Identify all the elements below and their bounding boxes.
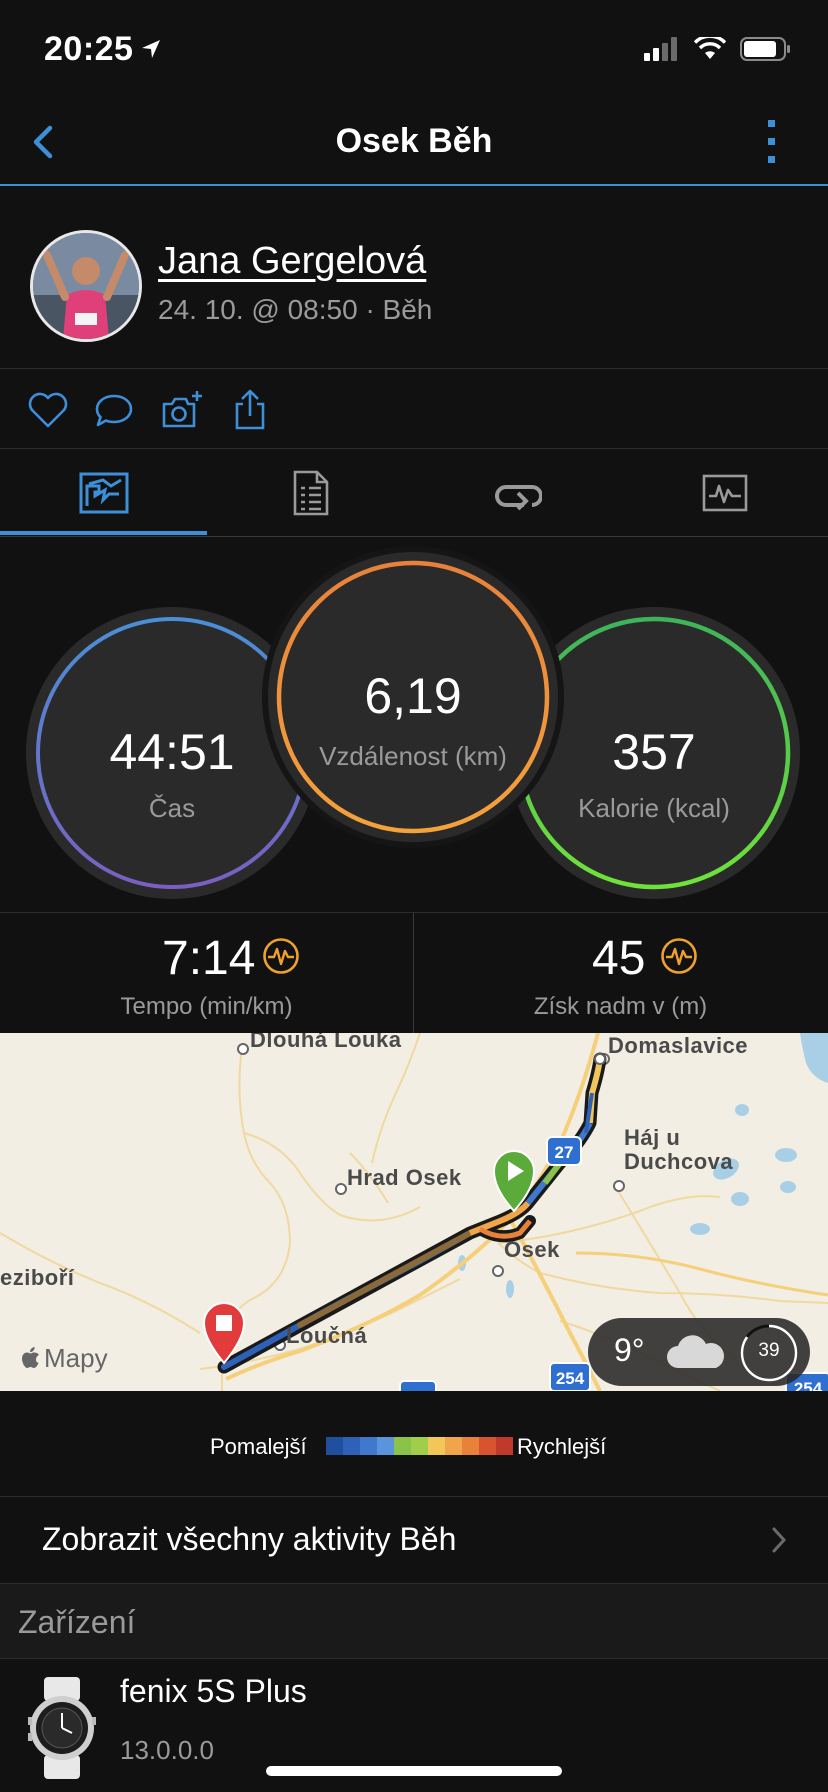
legend-color-swatch [360, 1437, 377, 1455]
pace-legend: Pomalejší Rychlejší [0, 1392, 828, 1497]
location-arrow-icon [142, 40, 160, 58]
status-icons [644, 36, 792, 62]
document-icon [293, 470, 328, 516]
page-title: Osek Běh [335, 122, 493, 160]
battery-icon [740, 37, 790, 61]
view-all-activities-row[interactable]: Zobrazit všechny aktivity Běh [0, 1497, 828, 1584]
pace-value: 7:14 [162, 932, 256, 985]
tab-laps[interactable] [414, 450, 621, 536]
avatar-photo [33, 233, 139, 339]
cellular-signal-icon [644, 37, 677, 61]
air-quality-index: 39 [758, 1340, 780, 1361]
legend-color-scale [326, 1437, 513, 1455]
legend-color-swatch [326, 1437, 343, 1455]
legend-color-swatch [343, 1437, 360, 1455]
device-name: fenix 5S Plus [120, 1673, 307, 1709]
share-icon[interactable] [228, 388, 272, 432]
legend-color-swatch [411, 1437, 428, 1455]
chart-icon [702, 474, 747, 512]
time-label: Čas [148, 793, 196, 823]
map-place-label: eziboří [0, 1265, 75, 1290]
weather-widget[interactable]: 9° 39 [588, 1318, 810, 1386]
pace-chart-badge-icon[interactable] [262, 937, 300, 975]
activity-tabs [0, 450, 828, 537]
pace-label: Tempo (min/km) [120, 993, 293, 1020]
laps-loop-icon [494, 485, 542, 511]
legend-color-swatch [496, 1437, 513, 1455]
legend-color-swatch [479, 1437, 496, 1455]
tab-charts[interactable] [621, 450, 828, 536]
calories-value: 357 [612, 724, 696, 780]
active-tab-indicator [0, 531, 207, 535]
map-place-label: Háj u [624, 1125, 681, 1150]
map-place-label: Osek [504, 1237, 560, 1262]
cloud-icon [667, 1335, 724, 1368]
map-place-label: Loučná [286, 1323, 368, 1348]
activity-owner: Jana Gergelová 24. 10. @ 08:50 · Běh [0, 186, 828, 369]
avatar[interactable] [30, 230, 142, 342]
tab-details[interactable] [207, 450, 414, 536]
elevation-stat: 45 Získ nadm v (m) [414, 913, 827, 1033]
calories-label: Kalorie (kcal) [578, 793, 730, 823]
map-place-label: Domaslavice [608, 1033, 749, 1058]
legend-color-swatch [445, 1437, 462, 1455]
status-time: 20:25 [44, 30, 134, 68]
wifi-icon [694, 37, 726, 59]
activity-date-type: 24. 10. @ 08:50 · Běh [158, 294, 433, 325]
legend-color-swatch [462, 1437, 479, 1455]
legend-color-swatch [377, 1437, 394, 1455]
home-indicator[interactable] [266, 1766, 562, 1776]
status-bar: 20:25 [0, 0, 828, 100]
route-map[interactable]: Dlouhá Louka Domaslavice Hrad Osek Háj u… [0, 1033, 828, 1391]
time-value: 44:51 [109, 724, 235, 780]
map-place-label: Dlouhá Louka [250, 1033, 402, 1052]
view-all-activities-label: Zobrazit všechny aktivity Běh [42, 1521, 457, 1557]
device-section-title: Zařízení [18, 1604, 136, 1640]
elevation-chart-badge-icon[interactable] [660, 937, 698, 975]
device-firmware-version: 13.0.0.0 [120, 1735, 214, 1765]
comment-bubble-icon[interactable] [92, 388, 136, 432]
like-heart-icon[interactable] [26, 388, 70, 432]
navigation-bar: Osek Běh [0, 100, 828, 186]
watch-image [28, 1677, 96, 1779]
more-options-icon[interactable] [762, 118, 782, 166]
elevation-value: 45 [592, 932, 646, 985]
tab-overview[interactable] [0, 450, 207, 536]
map-place-label: Duchcova [624, 1149, 734, 1174]
add-photo-camera-icon[interactable] [160, 388, 204, 432]
apple-logo-icon [22, 1346, 39, 1368]
map-attribution[interactable]: Mapy [20, 1343, 108, 1374]
pace-stat: 7:14 Tempo (min/km) [0, 913, 413, 1033]
road-number: 27 [554, 1143, 574, 1162]
legend-color-swatch [428, 1437, 445, 1455]
weather-temperature: 9° [614, 1332, 645, 1368]
road-number: 254 [555, 1369, 585, 1388]
legend-faster-label: Rychlejší [517, 1434, 607, 1459]
distance-value: 6,19 [364, 668, 462, 724]
distance-label: Vzdálenost (km) [319, 741, 507, 771]
legend-color-swatch [394, 1437, 411, 1455]
map-place-label: Hrad Osek [347, 1165, 462, 1190]
legend-slower-label: Pomalejší [210, 1434, 307, 1459]
social-actions [0, 370, 828, 449]
overview-icon [79, 472, 128, 514]
device-section-header: Zařízení [0, 1584, 828, 1659]
user-name-link[interactable]: Jana Gergelová [158, 240, 426, 283]
secondary-stats: 7:14 Tempo (min/km) 45 Získ nadm v (m) [0, 912, 828, 1034]
chevron-right-icon [772, 1527, 787, 1553]
elevation-label: Získ nadm v (m) [533, 993, 708, 1020]
maps-attribution-text: Mapy [44, 1343, 108, 1373]
summary-circles: 44:51 Čas 6,19 Vzdálenost (km) 357 Kalor… [0, 537, 828, 912]
